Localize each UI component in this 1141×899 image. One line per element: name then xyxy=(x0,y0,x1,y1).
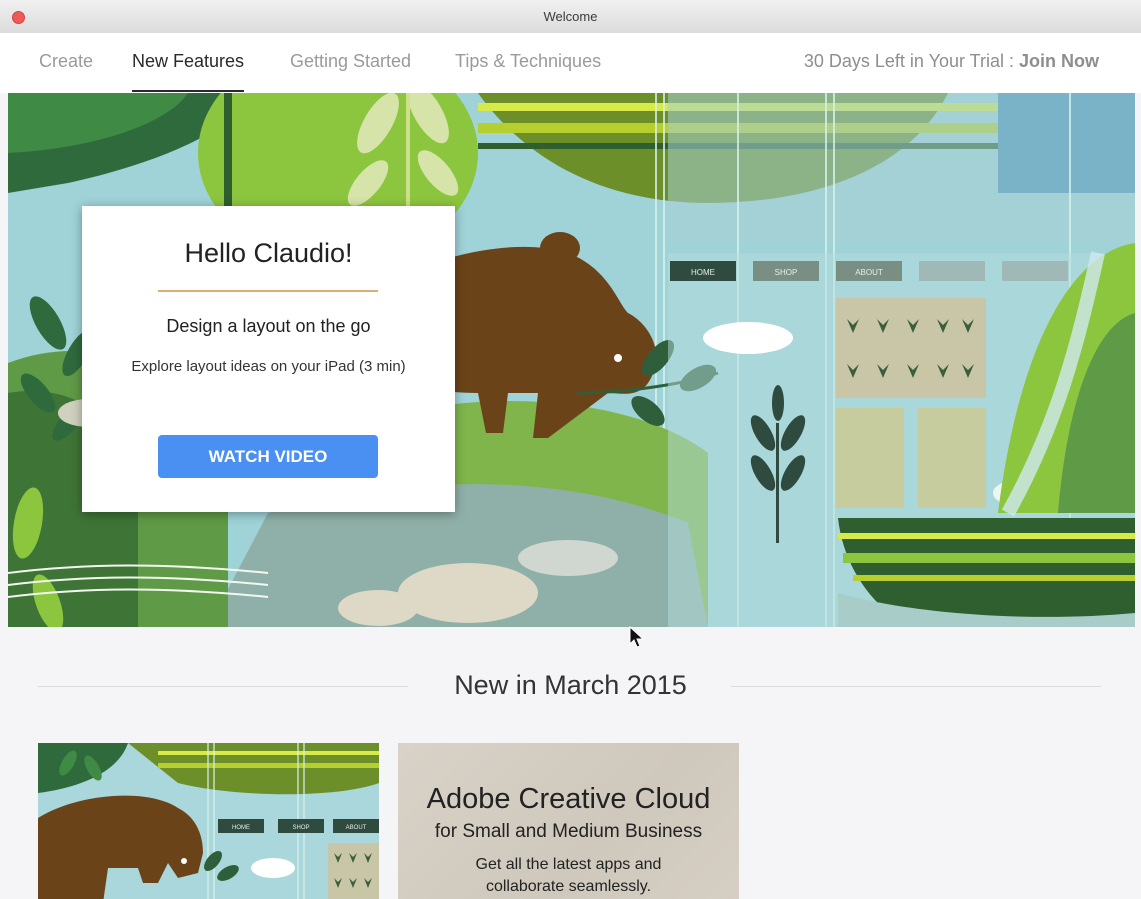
title-bar: Welcome xyxy=(0,0,1141,34)
join-now-link[interactable]: Join Now xyxy=(1019,51,1099,71)
hero-banner: HOME SHOP ABOUT Hello Claudio! Design a … xyxy=(8,93,1135,627)
card-description: Explore layout ideas on your iPad (3 min… xyxy=(131,358,406,375)
window-title: Welcome xyxy=(543,9,598,24)
cursor-pointer-icon xyxy=(629,626,645,648)
welcome-window: Welcome Create New Features Getting Star… xyxy=(0,0,1141,899)
mock-nav-home: HOME xyxy=(691,268,715,277)
thumb-nav-about: ABOUT xyxy=(346,825,367,831)
tab-getting-started[interactable]: Getting Started xyxy=(290,51,411,92)
feature-card-illustration: HOME SHOP ABOUT xyxy=(38,743,379,899)
trial-notice: 30 Days Left in Your Trial : Join Now xyxy=(804,51,1099,72)
greeting-title: Hello Claudio! xyxy=(184,238,353,268)
section-title: New in March 2015 xyxy=(454,670,687,700)
feature-card-creative-cloud[interactable]: Adobe Creative Cloud for Small and Mediu… xyxy=(398,743,739,899)
promo-description-line1: Get all the latest apps and xyxy=(475,856,662,873)
tab-create[interactable]: Create xyxy=(39,51,93,92)
thumb-nav-shop: SHOP xyxy=(292,825,309,831)
welcome-card: Hello Claudio! Design a layout on the go… xyxy=(82,206,455,512)
promo-title: Adobe Creative Cloud xyxy=(426,783,711,815)
tab-new-features[interactable]: New Features xyxy=(132,51,245,92)
thumb-nav-home: HOME xyxy=(232,825,250,831)
mock-nav-shop: SHOP xyxy=(775,268,798,277)
tab-tips-techniques[interactable]: Tips & Techniques xyxy=(455,51,601,92)
card-subtitle: Design a layout on the go xyxy=(166,316,371,336)
card-divider xyxy=(158,290,378,292)
mock-nav-about: ABOUT xyxy=(855,268,883,277)
feature-card-layout[interactable]: HOME SHOP ABOUT xyxy=(38,743,379,899)
promo-subtitle: for Small and Medium Business xyxy=(434,821,703,842)
watch-video-button[interactable]: WATCH VIDEO xyxy=(158,435,378,478)
promo-description-line2: collaborate seamlessly. xyxy=(485,878,652,895)
top-nav: Create New Features Getting Started Tips… xyxy=(0,33,1141,93)
trial-text: 30 Days Left in Your Trial : xyxy=(803,51,1019,71)
